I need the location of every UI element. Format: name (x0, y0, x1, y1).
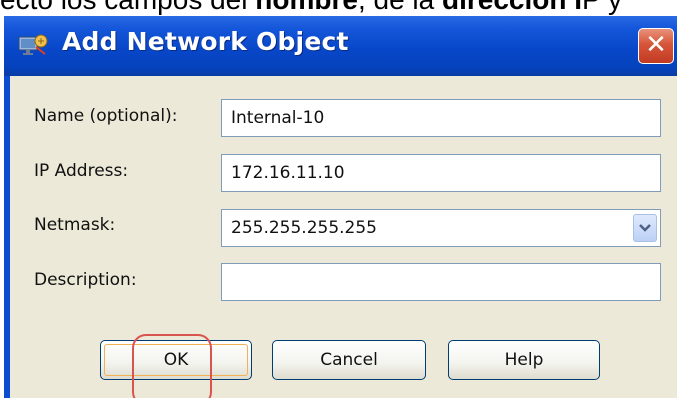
caption-text-middle: , de la (358, 0, 442, 15)
description-label: Description: (34, 270, 137, 290)
caption-bold-name: nombre (255, 0, 358, 15)
netmask-select[interactable]: 255.255.255.255 (221, 209, 661, 247)
cancel-button-label: Cancel (320, 350, 378, 370)
netmask-label: Netmask: (34, 215, 116, 235)
close-icon: ✕ (645, 30, 667, 60)
ok-highlight-annotation (132, 334, 212, 398)
page-caption: ecto los campos del nombre, de la direcc… (0, 0, 677, 16)
dialog-title: Add Network Object (62, 27, 349, 56)
help-button-label: Help (504, 350, 544, 370)
description-input[interactable] (221, 263, 661, 301)
netmask-dropdown-button[interactable] (633, 214, 657, 242)
caption-text-end: P y (582, 0, 622, 15)
netmask-value: 255.255.255.255 (231, 218, 378, 238)
chevron-down-icon (639, 224, 651, 232)
cancel-button[interactable]: Cancel (272, 340, 426, 380)
screenshot: ecto los campos del nombre, de la direcc… (0, 0, 677, 398)
add-network-object-dialog: Add Network Object ✕ Name (optional): In… (4, 16, 677, 398)
name-input[interactable]: Internal-10 (221, 99, 661, 137)
name-label: Name (optional): (34, 106, 178, 126)
caption-text: ecto los campos del (0, 0, 255, 15)
caption-bold-ip: dirección I (442, 0, 582, 15)
network-object-icon (18, 34, 48, 55)
close-button[interactable]: ✕ (638, 28, 674, 64)
window-frame (4, 76, 10, 398)
help-button[interactable]: Help (448, 340, 600, 380)
title-bar[interactable]: Add Network Object ✕ (4, 16, 677, 76)
ip-address-input[interactable]: 172.16.11.10 (221, 154, 661, 192)
ip-address-label: IP Address: (34, 161, 129, 181)
